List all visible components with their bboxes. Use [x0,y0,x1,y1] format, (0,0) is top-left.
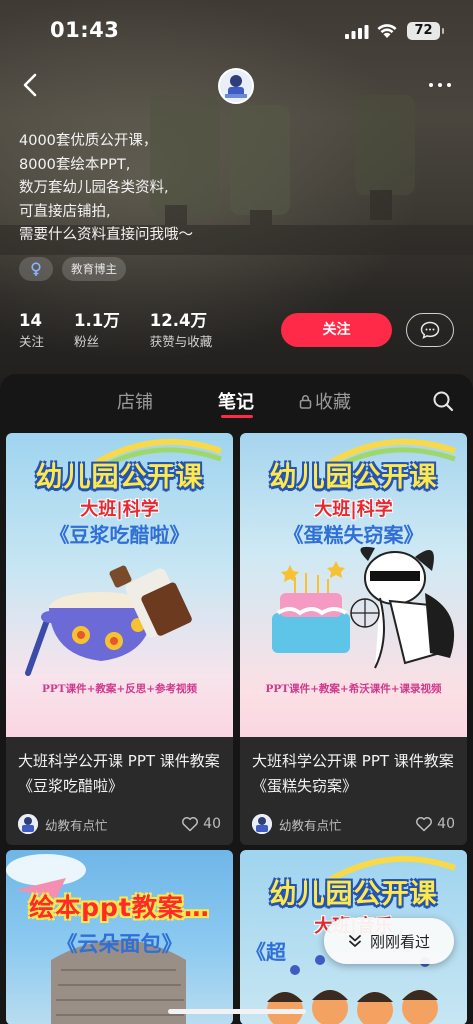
cover-book-title: 《超 [246,940,286,964]
note-meta: 幼教有点忙 40 [252,813,455,835]
profile-tags: 教育博主 [19,257,126,281]
message-button[interactable] [406,313,454,347]
note-title: 大班科学公开课 PPT 课件教案《豆浆吃醋啦》 [18,752,220,795]
cover-footer: PPT课件+教案+反思+参考视频 [42,683,197,695]
note-card-body: 大班科学公开课 PPT 课件教案《蛋糕失窃案》 幼教有点忙 40 [240,737,467,845]
active-tab-indicator [221,415,253,418]
author-avatar[interactable] [252,814,272,834]
recently-viewed-label: 刚刚看过 [369,932,430,951]
cellular-signal-icon [345,25,369,39]
author-avatar[interactable] [18,814,38,834]
note-card[interactable]: 绘本ppt教案… 《云朵面包》 [6,850,233,1024]
avatar[interactable] [218,68,254,104]
tab-favorites-label: 收藏 [315,392,351,413]
stat-value: 12.4万 [149,311,207,330]
stat-value: 1.1万 [74,311,120,330]
profile-header: 01:43 72 4000套优质公开课， 8000套绘本PPT, 数万套幼儿园各… [0,0,473,392]
dot-icon [438,83,442,87]
like-count: 40 [203,816,221,832]
cover-title: 幼儿园公开课 [269,462,438,493]
avatar-image [220,70,252,102]
chat-bubble-icon [420,321,440,339]
profile-bio: 4000套优质公开课， 8000套绘本PPT, 数万套幼儿园各类资料, 可直接店… [19,130,339,248]
battery-indicator: 72 [407,22,444,40]
tab-shop[interactable]: 店铺 [117,388,153,414]
bio-line: 4000套优质公开课， [19,133,158,149]
note-meta: 幼教有点忙 40 [18,813,221,835]
nav-bar [0,62,473,108]
like-button[interactable]: 40 [415,816,455,832]
like-button[interactable]: 40 [181,816,221,832]
stat-label: 关注 [19,334,45,349]
note-card-body: 大班科学公开课 PPT 课件教案《豆浆吃醋啦》 幼教有点忙 40 [6,737,233,845]
cover-book-title: 《云朵面包》 [56,931,183,956]
author-name[interactable]: 幼教有点忙 [279,815,415,834]
double-chevron-down-icon [349,935,361,947]
stat-value: 14 [19,311,42,330]
heart-icon [182,817,199,832]
home-indicator[interactable] [168,1009,306,1014]
note-cover: 幼儿园公开课 大班|科学 《豆浆吃醋啦》 PPT课件+教案+反思+参考视频 [6,433,233,737]
stat-label: 粉丝 [74,334,100,349]
female-symbol-icon [31,261,41,276]
note-card[interactable]: 幼儿园公开课 大班|科学 《蛋糕失窃案》 PPT课件+教案+希沃课件+课录视频 … [240,433,467,845]
more-options-button[interactable] [422,70,458,100]
follow-button[interactable]: 关注 [281,313,392,347]
stat-likes-collects[interactable]: 12.4万 获赞与收藏 [150,311,213,353]
avatar-image [252,814,272,834]
author-name[interactable]: 幼教有点忙 [45,815,181,834]
cover-title: 幼儿园公开课 [35,462,204,493]
cover-title: 绘本ppt教案… [29,893,210,922]
chevron-left-icon [23,73,37,97]
stat-followers[interactable]: 1.1万 粉丝 [74,311,120,353]
category-tag: 教育博主 [62,257,126,281]
bio-line: 可直接店铺拍, [19,203,111,220]
soy-milk-illustration [25,565,192,676]
bio-line: 8000套绘本PPT, [19,156,131,173]
cover-subtitle: 大班|科学 [80,499,159,520]
cake-thief-illustration [272,546,455,669]
note-cover: 幼儿园公开课 大班|科学 《蛋糕失窃案》 PPT课件+教案+希沃课件+课录视频 [240,433,467,737]
search-icon [433,391,454,412]
stat-following[interactable]: 14 关注 [19,311,44,353]
cover-title: 幼儿园公开课 [269,879,438,910]
note-title: 大班科学公开课 PPT 课件教案《蛋糕失窃案》 [252,752,454,795]
lock-icon [299,395,312,409]
tab-bar: 店铺 笔记 收藏 [0,374,473,424]
tab-notes[interactable]: 笔记 [218,388,254,414]
note-card[interactable]: 幼儿园公开课 大班|科学 《豆浆吃醋啦》 PPT课件+教案+反思+参考视频 大班… [6,433,233,845]
dot-icon [447,83,451,87]
note-cover: 绘本ppt教案… 《云朵面包》 [6,850,233,1024]
like-count: 40 [437,816,455,832]
wifi-icon [377,24,397,38]
status-bar: 01:43 72 [0,0,473,58]
status-time: 01:43 [50,18,120,42]
stat-label: 获赞与收藏 [149,334,213,349]
bio-line: 需要什么资料直接问我哦～ [19,227,193,243]
profile-stats: 14 关注 1.1万 粉丝 12.4万 获赞与收藏 [19,311,242,353]
recently-viewed-button[interactable]: 刚刚看过 [324,918,454,964]
gender-tag [19,257,53,281]
avatar-image [18,814,38,834]
bio-line: 数万套幼儿园各类资料, [19,180,169,196]
tab-favorites[interactable]: 收藏 [299,388,351,414]
cover-footer: PPT课件+教案+希沃课件+课录视频 [265,683,442,695]
back-button[interactable] [14,68,46,102]
cover-subtitle: 大班|科学 [314,499,393,520]
heart-icon [416,817,433,832]
search-button[interactable] [432,390,454,416]
dot-icon [429,83,433,87]
